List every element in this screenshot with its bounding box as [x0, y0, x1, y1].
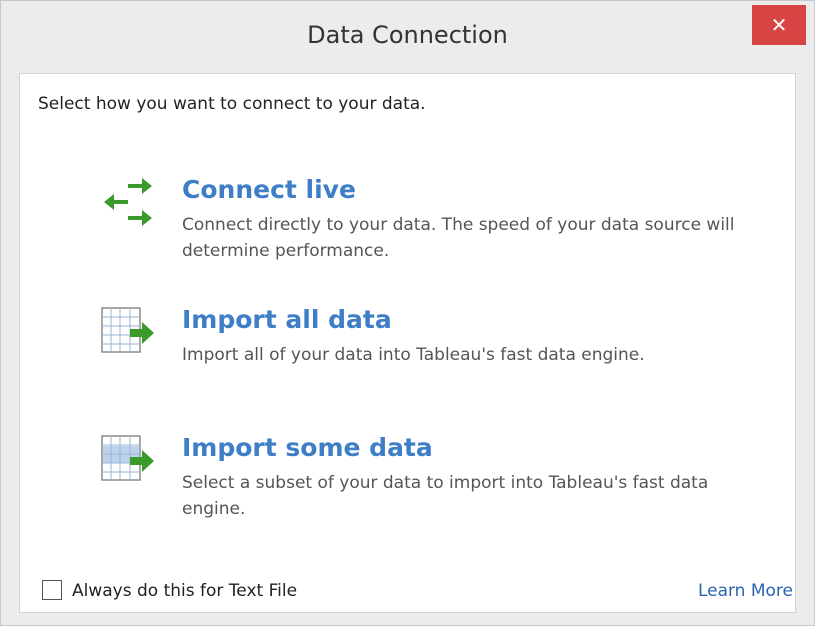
swap-arrows-icon	[98, 174, 158, 234]
table-import-partial-icon	[98, 432, 158, 492]
import-some-data-title[interactable]: Import some data	[182, 432, 433, 464]
title-bar: Data Connection ✕	[1, 1, 814, 71]
dialog-title: Data Connection	[307, 21, 508, 49]
connect-live-option[interactable]: Connect live Connect directly to your da…	[98, 174, 738, 274]
instructions-text: Select how you want to connect to your d…	[38, 94, 426, 114]
import-all-data-description: Import all of your data into Tableau's f…	[182, 345, 645, 365]
connect-live-description: Connect directly to your data. The speed…	[182, 215, 735, 261]
import-some-data-description: Select a subset of your data to import i…	[182, 473, 709, 519]
dialog-content: Select how you want to connect to your d…	[19, 73, 796, 613]
close-button[interactable]: ✕	[752, 5, 806, 45]
import-all-data-title[interactable]: Import all data	[182, 304, 392, 336]
data-connection-dialog: Data Connection ✕ Select how you want to…	[0, 0, 815, 626]
import-all-data-option[interactable]: Import all data Import all of your data …	[98, 304, 738, 384]
connect-live-title[interactable]: Connect live	[182, 174, 356, 206]
learn-more-link[interactable]: Learn More	[655, 580, 795, 602]
always-do-this-label[interactable]: Always do this for Text File	[72, 580, 297, 602]
always-do-this-checkbox[interactable]	[42, 580, 62, 600]
import-some-data-option[interactable]: Import some data Select a subset of your…	[98, 432, 738, 532]
table-import-icon	[98, 304, 158, 364]
